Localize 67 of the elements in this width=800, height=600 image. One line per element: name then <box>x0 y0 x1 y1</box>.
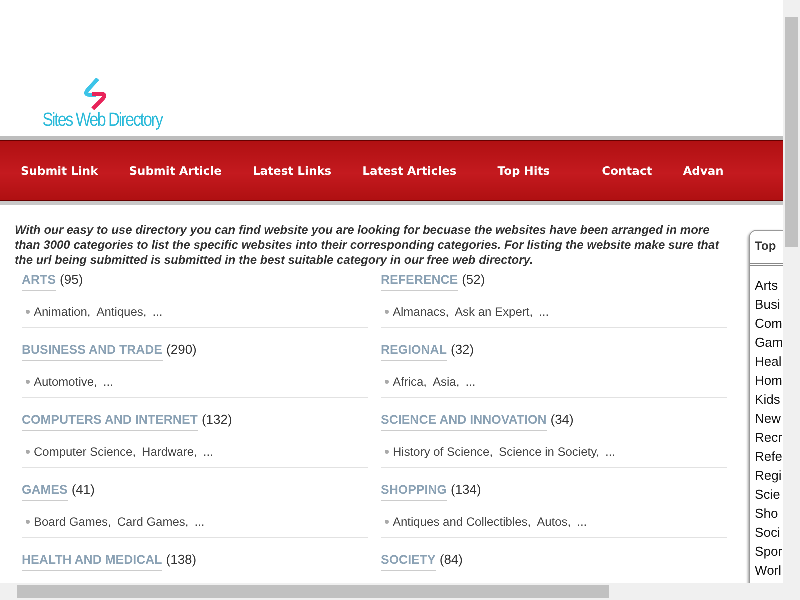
sidebar-link[interactable]: Scie <box>755 485 783 504</box>
subcategory-link[interactable]: Ask an Expert, <box>455 305 534 319</box>
category-count: (34) <box>550 412 574 427</box>
sidebar-link[interactable]: Hom <box>755 371 783 390</box>
subcategory-link[interactable]: Animation, <box>34 305 91 319</box>
sidebar-link[interactable]: Busi <box>755 295 783 314</box>
bullet-icon <box>26 380 30 384</box>
category-count: (84) <box>440 552 463 567</box>
sidebar-link[interactable]: Worl <box>755 561 783 580</box>
bullet-icon <box>26 450 30 454</box>
sidebar-link[interactable]: Spor <box>755 542 783 561</box>
subcategory-link[interactable]: Science in Society, <box>499 445 600 459</box>
bullet-icon <box>385 380 389 384</box>
sidebar-link[interactable]: Arts <box>755 276 783 295</box>
subcategory-link[interactable]: Africa, <box>393 375 428 389</box>
nav-link[interactable]: Submit Link <box>21 164 98 178</box>
category-count: (138) <box>166 552 197 567</box>
category-count: (290) <box>166 342 197 357</box>
nav-link[interactable]: Advan <box>683 164 724 178</box>
bullet-icon <box>385 520 389 524</box>
bullet-icon <box>385 450 389 454</box>
category-count: (52) <box>462 272 486 287</box>
category-count: (134) <box>451 482 482 497</box>
subcategory-link[interactable]: Hardware, <box>142 445 198 459</box>
nav-link[interactable]: Contact <box>602 164 652 178</box>
sidebar-link[interactable]: Recr <box>755 428 783 447</box>
sidebar-link[interactable]: Heal <box>755 352 783 371</box>
sidebar-link[interactable]: Refe <box>755 447 783 466</box>
subcategory-link[interactable]: Antiques, <box>96 305 147 319</box>
nav-link[interactable]: Submit Article <box>129 164 222 178</box>
nav-link[interactable]: Top Hits <box>498 164 550 178</box>
sidebar-link[interactable]: Regi <box>755 466 783 485</box>
horizontal-scrollbar[interactable] <box>0 583 800 600</box>
subcategory-link[interactable]: Antiques and Collectibles, <box>393 515 532 529</box>
subcategory-link[interactable]: Asia, <box>433 375 460 389</box>
subcategory-link[interactable]: Computer Science, <box>34 445 136 459</box>
sidebar-link[interactable]: Gam <box>755 333 783 352</box>
subcategory-link[interactable]: ... <box>466 375 476 389</box>
bullet-icon <box>26 520 30 524</box>
subcategory-link[interactable]: ... <box>194 515 205 529</box>
category-count: (132) <box>202 412 232 427</box>
sidebar-link[interactable]: New <box>755 409 783 428</box>
subcategory-link[interactable]: Almanacs, <box>393 305 450 319</box>
bullet-icon <box>26 310 30 314</box>
subcategory-link[interactable]: Automotive, <box>34 375 98 389</box>
subcategory-link[interactable]: ... <box>539 305 550 319</box>
sidebar-link[interactable]: Com <box>755 314 783 333</box>
category-count: (95) <box>60 272 84 287</box>
category-count: (32) <box>450 342 474 357</box>
subcategory-link[interactable]: ... <box>152 305 163 319</box>
vertical-scrollbar[interactable] <box>783 0 800 583</box>
intro-text: With our easy to use directory you can find website you are looking for becuase the websites have been arranged in more than 3000 categories to list the specific websites into their corresponding categories. For listing the website make sure that the url being submitted is submitted in the best suitable category in our free web directory. <box>15 223 721 268</box>
subcategory-link[interactable]: ... <box>606 445 616 459</box>
sidebar-link[interactable]: Soci <box>755 523 783 542</box>
sidebar-link[interactable]: Kids <box>755 390 783 409</box>
nav-link[interactable]: Latest Links <box>252 164 332 178</box>
subcategory-link[interactable]: ... <box>103 375 114 389</box>
bullet-icon <box>385 310 389 314</box>
sidebar-link[interactable]: Sho <box>755 504 783 523</box>
subcategory-link[interactable]: ... <box>203 445 214 459</box>
category-count: (41) <box>72 482 95 497</box>
subcategory-link[interactable]: Card Games, <box>117 515 189 529</box>
subcategory-link[interactable]: History of Science, <box>393 445 494 459</box>
subcategory-link[interactable]: Board Games, <box>34 515 112 529</box>
subcategory-link[interactable]: ... <box>577 515 588 529</box>
nav-link[interactable]: Latest Articles <box>362 164 457 178</box>
subcategory-link[interactable]: Autos, <box>537 515 572 529</box>
